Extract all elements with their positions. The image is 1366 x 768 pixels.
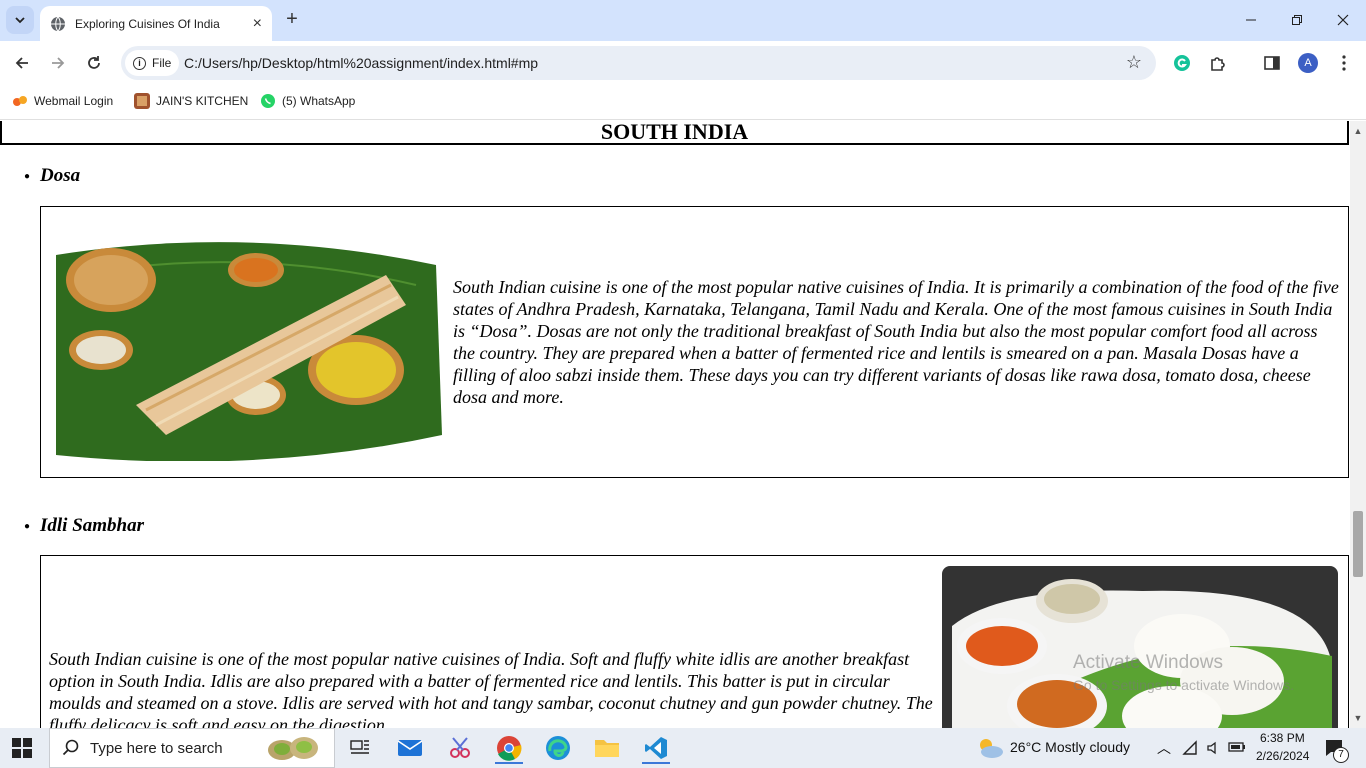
kitchen-favicon-icon <box>134 93 150 109</box>
page-viewport: SOUTH INDIA ● Dosa South Indian cuisine … <box>0 121 1350 728</box>
globe-icon <box>51 16 65 31</box>
file-explorer-icon[interactable] <box>587 732 627 764</box>
restore-button[interactable] <box>1274 0 1320 40</box>
windows-start-icon[interactable] <box>12 738 32 758</box>
windows-watermark-subtitle: Go to Settings to activate Windows. <box>1073 677 1294 693</box>
region-heading: SOUTH INDIA <box>0 121 1349 145</box>
windows-taskbar: Type here to search 26°C Mostly cloudy ︿… <box>0 728 1366 768</box>
bookmark-label: (5) WhatsApp <box>282 94 356 108</box>
tab-title: Exploring Cuisines Of India <box>75 16 220 31</box>
extensions-puzzle-icon[interactable] <box>1206 51 1230 75</box>
restore-icon <box>1292 15 1302 25</box>
dish-title-dosa: Dosa <box>40 165 81 186</box>
taskbar-search-placeholder: Type here to search <box>90 739 223 757</box>
weather-cloud-icon[interactable] <box>976 736 1004 760</box>
vscode-app-icon[interactable] <box>636 732 676 764</box>
clock-time[interactable]: 6:38 PM <box>1260 731 1305 745</box>
bookmark-star-icon[interactable]: ☆ <box>1126 52 1142 73</box>
close-window-button[interactable] <box>1320 0 1366 40</box>
weather-text[interactable]: 26°C Mostly cloudy <box>1010 739 1130 755</box>
taskbar-search-box[interactable]: Type here to search <box>49 728 335 768</box>
scrollbar-thumb[interactable] <box>1353 511 1363 577</box>
avatar-initial: A <box>1298 53 1318 73</box>
wifi-icon[interactable] <box>1182 740 1198 756</box>
grammarly-extension-icon[interactable] <box>1170 51 1194 75</box>
task-view-icon[interactable] <box>340 732 380 764</box>
dish-description-dosa: South Indian cuisine is one of the most … <box>453 277 1339 407</box>
scroll-down-icon[interactable]: ▼ <box>1350 710 1366 726</box>
idli-sambhar-image <box>942 566 1338 728</box>
mail-app-icon[interactable] <box>390 732 430 764</box>
menu-kebab-icon[interactable] <box>1332 51 1356 75</box>
bookmark-label: JAIN'S KITCHEN <box>156 94 249 108</box>
dish-card-idli-sambhar: South Indian cuisine is one of the most … <box>40 555 1349 728</box>
close-tab-icon[interactable]: × <box>253 15 262 33</box>
scroll-up-icon[interactable]: ▲ <box>1350 123 1366 139</box>
tab-search-button[interactable] <box>6 6 34 34</box>
site-info-chip[interactable]: i File <box>125 50 180 76</box>
dosa-image <box>56 235 442 461</box>
list-bullet: ● <box>24 521 31 532</box>
browser-toolbar: i File C:/Users/hp/Desktop/html%20assign… <box>0 41 1366 86</box>
webmail-icon <box>13 96 27 106</box>
chevron-down-icon <box>15 17 25 24</box>
speaker-icon[interactable] <box>1206 740 1222 756</box>
url-text[interactable]: C:/Users/hp/Desktop/html%20assignment/in… <box>184 55 538 71</box>
forward-button[interactable] <box>44 49 72 77</box>
minimize-icon <box>1246 19 1256 21</box>
clock-date[interactable]: 2/26/2024 <box>1256 749 1309 763</box>
dish-card-dosa: South Indian cuisine is one of the most … <box>40 206 1349 478</box>
close-icon <box>1337 14 1349 26</box>
address-bar[interactable]: i File C:/Users/hp/Desktop/html%20assign… <box>121 46 1156 80</box>
side-panel-icon[interactable] <box>1260 51 1284 75</box>
bookmark-whatsapp[interactable]: (5) WhatsApp <box>260 93 355 109</box>
search-icon <box>62 739 79 756</box>
new-tab-button[interactable]: + <box>280 8 304 32</box>
bookmarks-bar: Webmail Login JAIN'S KITCHEN (5) WhatsAp… <box>0 86 1366 120</box>
bookmark-webmail[interactable]: Webmail Login <box>12 93 113 109</box>
bookmark-jains-kitchen[interactable]: JAIN'S KITCHEN <box>134 93 248 109</box>
arrow-right-icon <box>52 57 65 69</box>
edge-app-icon[interactable] <box>538 732 578 764</box>
whatsapp-icon <box>261 94 275 108</box>
arrow-left-icon <box>15 57 28 69</box>
minimize-button[interactable] <box>1228 0 1274 40</box>
tab-strip: Exploring Cuisines Of India × + <box>0 0 1366 41</box>
site-info-label: File <box>152 56 172 70</box>
profile-avatar[interactable]: A <box>1296 51 1320 75</box>
reload-button[interactable] <box>80 49 108 77</box>
chrome-app-icon[interactable] <box>489 732 529 764</box>
snipping-tool-icon[interactable] <box>440 732 480 764</box>
info-icon: i <box>133 56 146 70</box>
page-scrollbar[interactable]: ▲ ▼ <box>1350 121 1366 728</box>
windows-watermark-title: Activate Windows <box>1073 652 1223 673</box>
reload-icon <box>88 56 100 69</box>
browser-tab[interactable]: Exploring Cuisines Of India × <box>40 6 272 41</box>
dish-description-idli-sambhar: South Indian cuisine is one of the most … <box>49 649 933 728</box>
notification-count-badge: 7 <box>1333 747 1349 763</box>
pistachio-search-highlight-icon <box>268 737 318 760</box>
bookmark-label: Webmail Login <box>34 94 114 108</box>
show-hidden-icons-chevron-icon[interactable]: ︿ <box>1157 738 1171 758</box>
dish-title-idli-sambhar: Idli Sambhar <box>40 515 145 536</box>
list-bullet: ● <box>24 171 31 182</box>
battery-icon[interactable] <box>1228 740 1246 754</box>
back-button[interactable] <box>8 49 36 77</box>
